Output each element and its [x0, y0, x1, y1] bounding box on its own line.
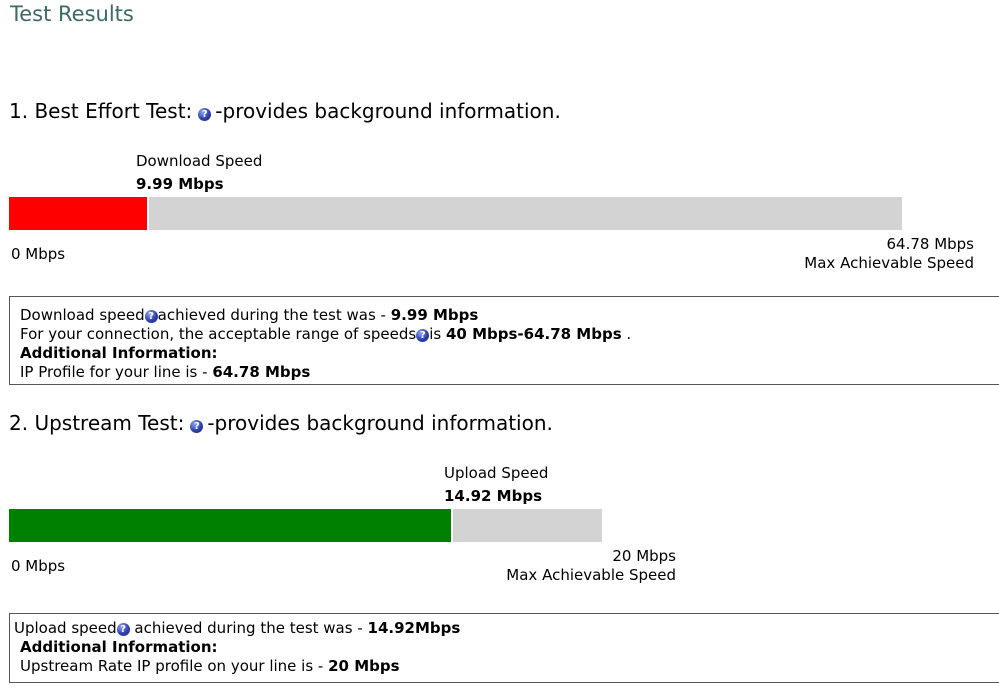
upstream-ip-profile-line: Upstream Rate IP profile on your line is… [20, 657, 400, 676]
range-middle: is [429, 325, 446, 343]
upload-speed-bar-fill [9, 509, 454, 542]
ip-profile-prefix: IP Profile for your line is - [20, 363, 213, 381]
download-info-middle: achieved during the test was - [157, 306, 391, 324]
download-info-box: Download speed? achieved during the test … [9, 296, 999, 385]
download-max-value: 64.78 Mbps [886, 235, 974, 253]
download-info-value: 9.99 Mbps [390, 306, 479, 324]
best-effort-heading-suffix: -provides background information. [215, 99, 561, 123]
upload-min-label: 0 Mbps [11, 557, 66, 575]
range-suffix: . [621, 325, 632, 343]
download-speed-bar-fill [9, 197, 149, 230]
upload-info-line-1: Upload speed? achieved during the test w… [14, 619, 460, 638]
best-effort-heading: 1. Best Effort Test:? -provides backgroun… [9, 99, 561, 123]
upstream-ip-profile-prefix: Upstream Rate IP profile on your line is… [20, 657, 329, 675]
upload-info-middle: achieved during the test was - [129, 619, 368, 637]
download-info-line-2: For your connection, the acceptable rang… [20, 325, 631, 344]
download-speed-value: 9.99 Mbps [136, 175, 224, 193]
ip-profile-line: IP Profile for your line is - 64.78 Mbps [20, 363, 310, 382]
upstream-heading-text: 2. Upstream Test: [9, 411, 185, 435]
help-icon[interactable]: ? [198, 108, 212, 121]
download-speed-bar [9, 197, 902, 230]
download-info-prefix: Download speed [20, 306, 145, 324]
upload-info-value: 14.92Mbps [367, 619, 461, 637]
range-value: 40 Mbps-64.78 Mbps [445, 325, 622, 343]
help-icon[interactable]: ? [190, 420, 204, 433]
help-icon[interactable]: ? [416, 329, 430, 342]
upload-speed-label: Upload Speed [444, 464, 549, 482]
upload-speed-value: 14.92 Mbps [444, 487, 542, 505]
ip-profile-value: 64.78 Mbps [212, 363, 311, 381]
upload-info-box: Upload speed? achieved during the test w… [9, 613, 999, 683]
best-effort-heading-text: 1. Best Effort Test: [9, 99, 193, 123]
download-speed-label: Download Speed [136, 152, 263, 170]
upload-max-value: 20 Mbps [612, 547, 676, 565]
range-prefix: For your connection, the acceptable rang… [20, 325, 417, 343]
download-info-line-1: Download speed? achieved during the test … [20, 306, 478, 325]
download-max-caption: Max Achievable Speed [804, 254, 974, 272]
page-title: Test Results [10, 2, 134, 26]
additional-info-heading: Additional Information: [20, 344, 218, 362]
upload-info-prefix: Upload speed [14, 619, 117, 637]
upstream-heading: 2. Upstream Test:? -provides background i… [9, 411, 553, 435]
upload-speed-bar [9, 509, 602, 542]
help-icon[interactable]: ? [144, 310, 158, 323]
help-icon[interactable]: ? [116, 623, 130, 636]
upstream-heading-suffix: -provides background information. [207, 411, 553, 435]
upstream-additional-info-heading: Additional Information: [20, 638, 218, 656]
download-min-label: 0 Mbps [11, 245, 66, 263]
upstream-ip-profile-value: 20 Mbps [328, 657, 400, 675]
upload-max-caption: Max Achievable Speed [506, 566, 676, 584]
